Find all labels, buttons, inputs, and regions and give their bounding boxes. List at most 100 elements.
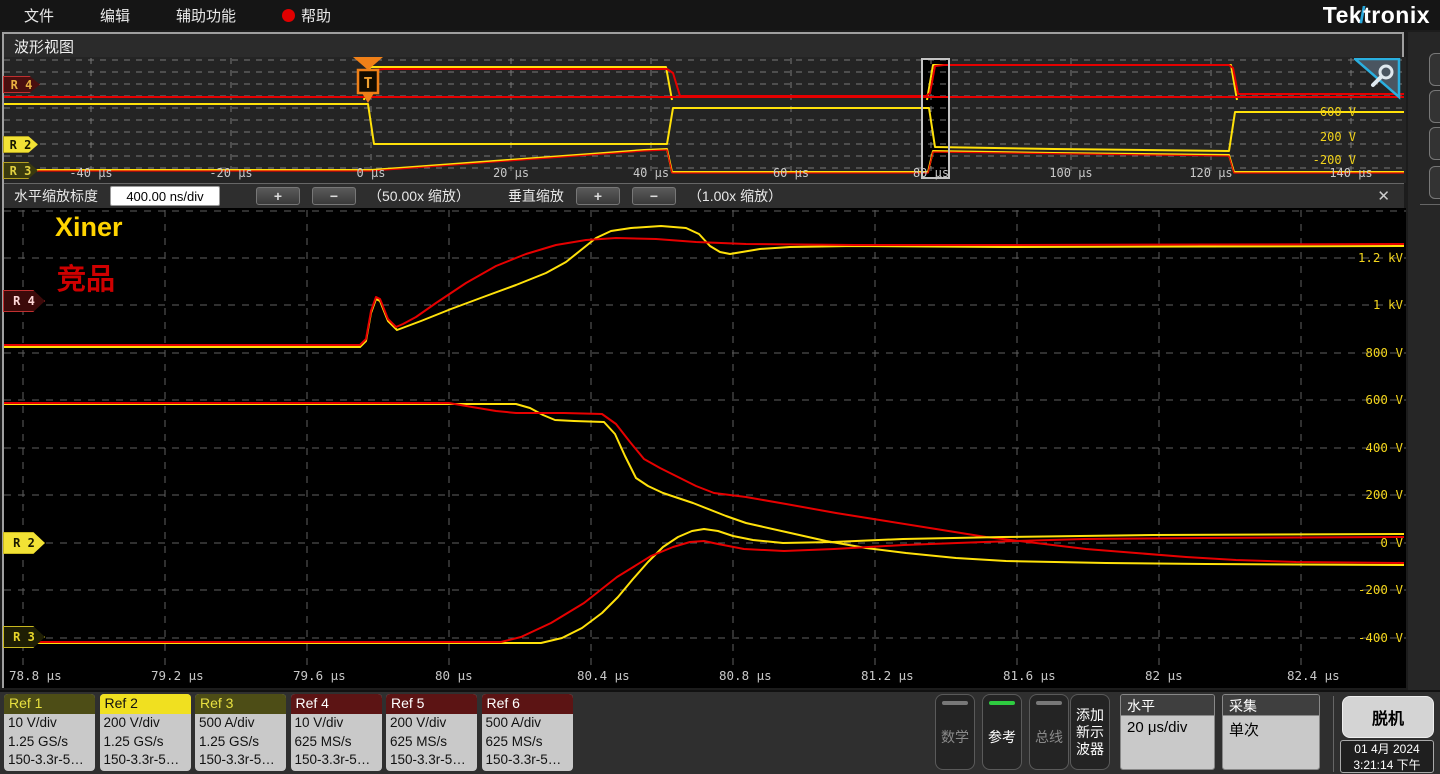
offline-button[interactable]: 脱机 — [1342, 696, 1434, 738]
trigger-arrow-icon — [353, 57, 383, 70]
time-axis-label: 40 μs — [633, 166, 669, 180]
ref-badge-row: 625 MS/s — [390, 733, 448, 749]
acquisition-mode-value: 单次 — [1223, 716, 1319, 769]
v-zoom-plus-button[interactable]: + — [575, 187, 620, 205]
horizontal-panel-title: 水平 — [1121, 695, 1214, 716]
trace-ov-r5-red — [4, 64, 1404, 98]
time-axis-label: 78.8 μs — [9, 668, 62, 683]
tektronix-logo: Tek/tronix — [1322, 2, 1430, 28]
edge-menu-button-3[interactable] — [1429, 127, 1440, 160]
ref-badge-row: 150-3.3r-5… — [485, 752, 562, 767]
h-zoom-minus-button[interactable]: − — [312, 187, 356, 205]
right-strip-divider — [1420, 204, 1440, 205]
v-scale-label: 200 V — [1365, 487, 1403, 502]
ref-badge-row: 150-3.3r-5… — [8, 752, 84, 767]
menu-item-label: 文件 — [24, 7, 55, 25]
h-zoom-factor: （50.00x 缩放） — [368, 188, 470, 204]
h-zoom-plus-button[interactable]: + — [256, 187, 300, 205]
annotation-competitor: 竞品 — [57, 264, 116, 296]
date-text: 01 4月 2024 — [1354, 742, 1420, 756]
time-axis-label: 82 μs — [1145, 668, 1183, 683]
edge-menu-button-2[interactable] — [1429, 90, 1440, 123]
time-axis-label: -20 μs — [209, 166, 252, 180]
time-axis-label: 60 μs — [773, 166, 809, 180]
horizontal-settings-panel[interactable]: 水平 20 μs/div — [1120, 694, 1215, 770]
ref-badge-3[interactable]: Ref 3 500 A/div 1.25 GS/s 150-3.3r-5… — [195, 694, 286, 771]
v-scale-label: 600 V — [1365, 392, 1403, 407]
v-zoom-label: 垂直缩放 — [507, 188, 564, 204]
v-scale-label: 1 kV — [1373, 297, 1404, 312]
v-zoom-minus-button[interactable]: − — [631, 187, 676, 205]
ref-badge-2[interactable]: Ref 2 200 V/div 1.25 GS/s 150-3.3r-5… — [99, 694, 191, 771]
v-zoom-factor: （1.00x 缩放） — [687, 188, 783, 204]
acquisition-panel-title: 采集 — [1223, 695, 1319, 716]
panel-title: 波形视图 — [14, 39, 75, 56]
v-scale-label: 600 V — [1320, 105, 1356, 119]
menu-item-1[interactable]: 文件 — [24, 5, 54, 26]
main-waveform-plot[interactable]: 1.2 kV 1 kV 800 V 600 V 400 V 200 V 0 V -200 V -… — [4, 208, 1406, 688]
menu-item-2[interactable]: 编辑 — [100, 5, 130, 26]
tool-button-label: 总线 — [1035, 728, 1063, 745]
edge-menu-button-1[interactable] — [1429, 53, 1440, 86]
close-icon[interactable]: ✕ — [1377, 187, 1390, 205]
ref-badge-title: Ref 2 — [99, 694, 191, 714]
ref-badge-title: Ref 3 — [195, 694, 286, 714]
v-scale-label: -200 V — [1358, 582, 1404, 597]
time-axis-label: 140 μs — [1329, 166, 1372, 180]
time-axis-label: 80 μs — [913, 166, 949, 180]
bottom-status-bar: 水平 20 μs/div 采集 单次 脱机 01 4月 2024 3:21:14… — [0, 690, 1440, 774]
menu-item-label: 辅助功能 — [176, 7, 237, 25]
time-axis-label: 81.2 μs — [861, 668, 914, 683]
ref-badge-1[interactable]: Ref 1 10 V/div 1.25 GS/s 150-3.3r-5… — [4, 694, 95, 771]
datetime-display: 01 4月 2024 3:21:14 下午 — [1340, 740, 1434, 773]
trace-ov-yellow-high-b — [926, 64, 1238, 101]
time-axis-label: 80.8 μs — [719, 668, 772, 683]
ref-badge-row: 625 MS/s — [485, 733, 543, 749]
ref-badge-row: 10 V/div — [294, 715, 344, 730]
menu-bar: 文件 编辑 辅助功能 帮助 Tek/tronix — [0, 0, 1440, 30]
trace-ov-yellow-high-a — [363, 66, 673, 101]
ref-badge-row: 1.25 GS/s — [103, 733, 164, 749]
zoom-control-bar: 水平缩放标度 + − （50.00x 缩放） 垂直缩放 + − （1.00x 缩… — [4, 183, 1404, 208]
menu-item-3[interactable]: 辅助功能 — [176, 5, 236, 26]
ref-badge-row: 150-3.3r-5… — [294, 752, 371, 767]
trigger-marker[interactable]: T — [353, 57, 383, 109]
menu-item-label: 编辑 — [100, 7, 131, 25]
ref-badge-row: 150-3.3r-5… — [390, 752, 466, 767]
zoom-tool-icon[interactable] — [1351, 57, 1402, 105]
time-axis-label: 120 μs — [1189, 166, 1232, 180]
ref-badge-title: Ref 6 — [481, 694, 573, 714]
time-axis-label: 79.6 μs — [293, 668, 346, 683]
ref-badge-row: 150-3.3r-5… — [103, 752, 180, 767]
add-new-scope-button[interactable]: 添加 新示 波器 — [1070, 694, 1110, 770]
ref-badge-4[interactable]: Ref 4 10 V/div 625 MS/s 150-3.3r-5… — [290, 694, 382, 771]
ref-badge-row: 500 A/div — [485, 715, 542, 730]
ref-badge-6[interactable]: Ref 6 500 A/div 625 MS/s 150-3.3r-5… — [481, 694, 573, 771]
trace-main-top-red — [4, 237, 1405, 346]
ref-badge-row: 1.25 GS/s — [8, 733, 69, 749]
v-scale-label: -400 V — [1358, 630, 1404, 645]
ref-badge-row: 10 V/div — [8, 715, 57, 730]
ref-badge-row: 150-3.3r-5… — [199, 752, 275, 767]
time-axis-label: 81.6 μs — [1003, 668, 1056, 683]
reference-button[interactable]: 参考 — [982, 694, 1022, 770]
h-zoom-scale-input[interactable] — [110, 186, 220, 206]
trigger-letter: T — [363, 74, 372, 92]
overview-waveform-plot[interactable]: 600 V 200 V -200 V -40 μs -20 μs 0 μs 20 μs 40 … — [4, 57, 1406, 183]
bus-button[interactable]: 总线 — [1029, 694, 1069, 770]
h-zoom-scale-label: 水平缩放标度 — [14, 188, 98, 204]
time-axis-label: -40 μs — [69, 166, 112, 180]
time-text: 3:21:14 下午 — [1353, 757, 1421, 772]
v-scale-label: 200 V — [1320, 130, 1356, 144]
math-button[interactable]: 数学 — [935, 694, 975, 770]
v-scale-label: 800 V — [1365, 345, 1403, 360]
time-axis-label: 80.4 μs — [577, 668, 630, 683]
ref-badge-row: 625 MS/s — [294, 733, 352, 749]
ref-badge-5[interactable]: Ref 5 200 V/div 625 MS/s 150-3.3r-5… — [386, 694, 477, 771]
edge-menu-button-4[interactable] — [1429, 166, 1440, 199]
ref-badge-title: Ref 1 — [4, 694, 95, 714]
time-axis-label: 0 μs — [357, 166, 386, 180]
menu-item-label: 帮助 — [301, 7, 332, 25]
acquisition-settings-panel[interactable]: 采集 单次 — [1222, 694, 1320, 770]
menu-item-4[interactable]: 帮助 — [282, 5, 331, 26]
